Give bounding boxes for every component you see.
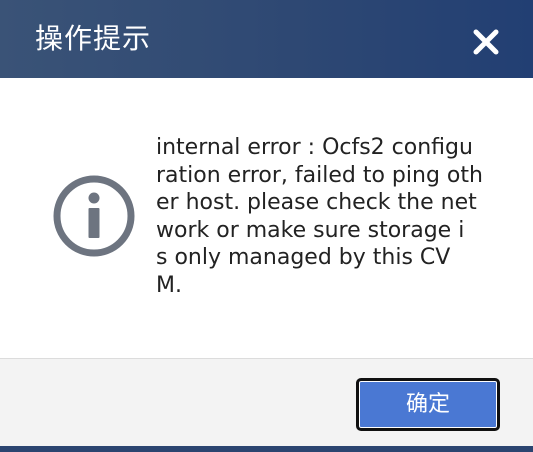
close-icon[interactable] (468, 24, 504, 60)
dialog-body: internal error : Ocfs2 configu ration er… (0, 78, 533, 358)
dialog-title-bar: 操作提示 (0, 0, 533, 78)
dialog-message: internal error : Ocfs2 configu ration er… (156, 135, 483, 298)
alert-dialog: 操作提示 internal error : Ocfs2 configu rati… (0, 0, 533, 452)
dialog-footer: 确定 (0, 358, 533, 447)
info-circle-icon (52, 174, 136, 258)
dialog-title: 操作提示 (35, 22, 152, 55)
dialog-bottom-border (0, 446, 533, 452)
ok-button[interactable]: 确定 (356, 378, 500, 431)
